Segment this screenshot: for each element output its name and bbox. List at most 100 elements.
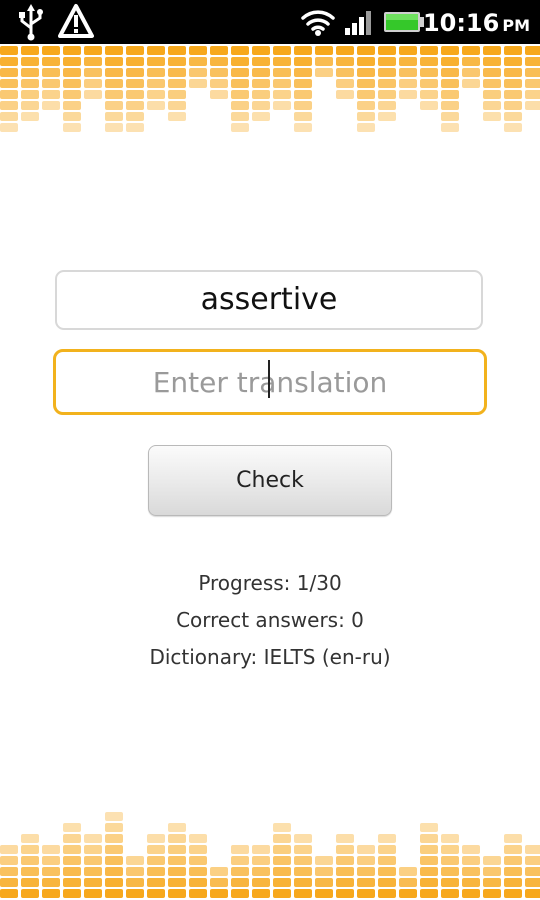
equalizer-block — [399, 57, 417, 66]
equalizer-block — [378, 90, 396, 99]
equalizer-block — [294, 79, 312, 88]
equalizer-block — [231, 867, 249, 876]
equalizer-block — [504, 112, 522, 121]
equalizer-block — [105, 57, 123, 66]
equalizer-block — [336, 79, 354, 88]
equalizer-block — [294, 68, 312, 77]
equalizer-block — [84, 867, 102, 876]
equalizer-block — [0, 79, 18, 88]
equalizer-block — [357, 889, 375, 898]
equalizer-block — [441, 123, 459, 132]
equalizer-block — [525, 68, 540, 77]
equalizer-block — [273, 823, 291, 832]
equalizer-block — [21, 46, 39, 55]
equalizer-block — [168, 878, 186, 887]
equalizer-block — [231, 889, 249, 898]
equalizer-block — [294, 889, 312, 898]
equalizer-block — [126, 68, 144, 77]
equalizer-block — [378, 57, 396, 66]
equalizer-block — [63, 867, 81, 876]
equalizer-block — [63, 845, 81, 854]
equalizer-block — [105, 68, 123, 77]
equalizer-block — [273, 867, 291, 876]
equalizer-block — [273, 57, 291, 66]
equalizer-block — [273, 101, 291, 110]
equalizer-block — [252, 90, 270, 99]
equalizer-block — [231, 123, 249, 132]
equalizer-block — [420, 867, 438, 876]
equalizer-block — [357, 123, 375, 132]
equalizer-block — [357, 46, 375, 55]
equalizer-block — [210, 889, 228, 898]
equalizer-block — [147, 856, 165, 865]
equalizer-block — [21, 878, 39, 887]
equalizer-block — [168, 46, 186, 55]
equalizer-block — [294, 101, 312, 110]
equalizer-block — [0, 90, 18, 99]
equalizer-block — [483, 112, 501, 121]
equalizer-block — [399, 889, 417, 898]
equalizer-block — [0, 112, 18, 121]
equalizer-block — [504, 834, 522, 843]
equalizer-block — [0, 845, 18, 854]
word-display: assertive — [55, 270, 483, 330]
equalizer-block — [231, 101, 249, 110]
text-cursor — [268, 360, 270, 398]
dictionary-text: Dictionary: IELTS (en-ru) — [149, 645, 391, 669]
equalizer-block — [504, 57, 522, 66]
equalizer-block — [525, 57, 540, 66]
equalizer-block — [42, 57, 60, 66]
equalizer-block — [21, 79, 39, 88]
equalizer-block — [357, 878, 375, 887]
equalizer-block — [231, 57, 249, 66]
equalizer-block — [357, 112, 375, 121]
equalizer-block — [105, 823, 123, 832]
equalizer-block — [483, 79, 501, 88]
equalizer-block — [504, 878, 522, 887]
equalizer-block — [273, 46, 291, 55]
equalizer-block — [441, 79, 459, 88]
equalizer-block — [357, 867, 375, 876]
equalizer-block — [357, 79, 375, 88]
equalizer-block — [399, 90, 417, 99]
equalizer-block — [378, 878, 396, 887]
equalizer-block — [294, 834, 312, 843]
equalizer-block — [63, 101, 81, 110]
equalizer-block — [168, 79, 186, 88]
equalizer-block — [147, 68, 165, 77]
equalizer-block — [63, 57, 81, 66]
equalizer-block — [126, 79, 144, 88]
equalizer-block — [420, 823, 438, 832]
equalizer-block — [378, 845, 396, 854]
equalizer-block — [336, 834, 354, 843]
translation-input[interactable] — [53, 349, 487, 415]
equalizer-block — [126, 112, 144, 121]
equalizer-block — [483, 856, 501, 865]
equalizer-block — [168, 112, 186, 121]
equalizer-block — [21, 834, 39, 843]
clock-time: 10:16 — [422, 9, 500, 37]
equalizer-block — [84, 68, 102, 77]
equalizer-block — [42, 90, 60, 99]
equalizer-block — [273, 878, 291, 887]
equalizer-block — [168, 57, 186, 66]
quiz-info: Progress: 1/30 Correct answers: 0 Dictio… — [0, 565, 540, 676]
equalizer-block — [63, 834, 81, 843]
equalizer-block — [273, 79, 291, 88]
check-button[interactable]: Check — [148, 445, 392, 516]
equalizer-block — [126, 46, 144, 55]
equalizer-block — [189, 68, 207, 77]
equalizer-block — [441, 68, 459, 77]
equalizer-block — [336, 845, 354, 854]
equalizer-block — [168, 823, 186, 832]
status-bar: 10:16 PM — [0, 0, 540, 44]
progress-text: Progress: 1/30 — [198, 571, 342, 595]
equalizer-block — [168, 889, 186, 898]
equalizer-block — [0, 68, 18, 77]
equalizer-block — [21, 68, 39, 77]
equalizer-block — [525, 79, 540, 88]
equalizer-block — [210, 878, 228, 887]
equalizer-block — [378, 834, 396, 843]
equalizer-block — [315, 889, 333, 898]
equalizer-block — [336, 68, 354, 77]
